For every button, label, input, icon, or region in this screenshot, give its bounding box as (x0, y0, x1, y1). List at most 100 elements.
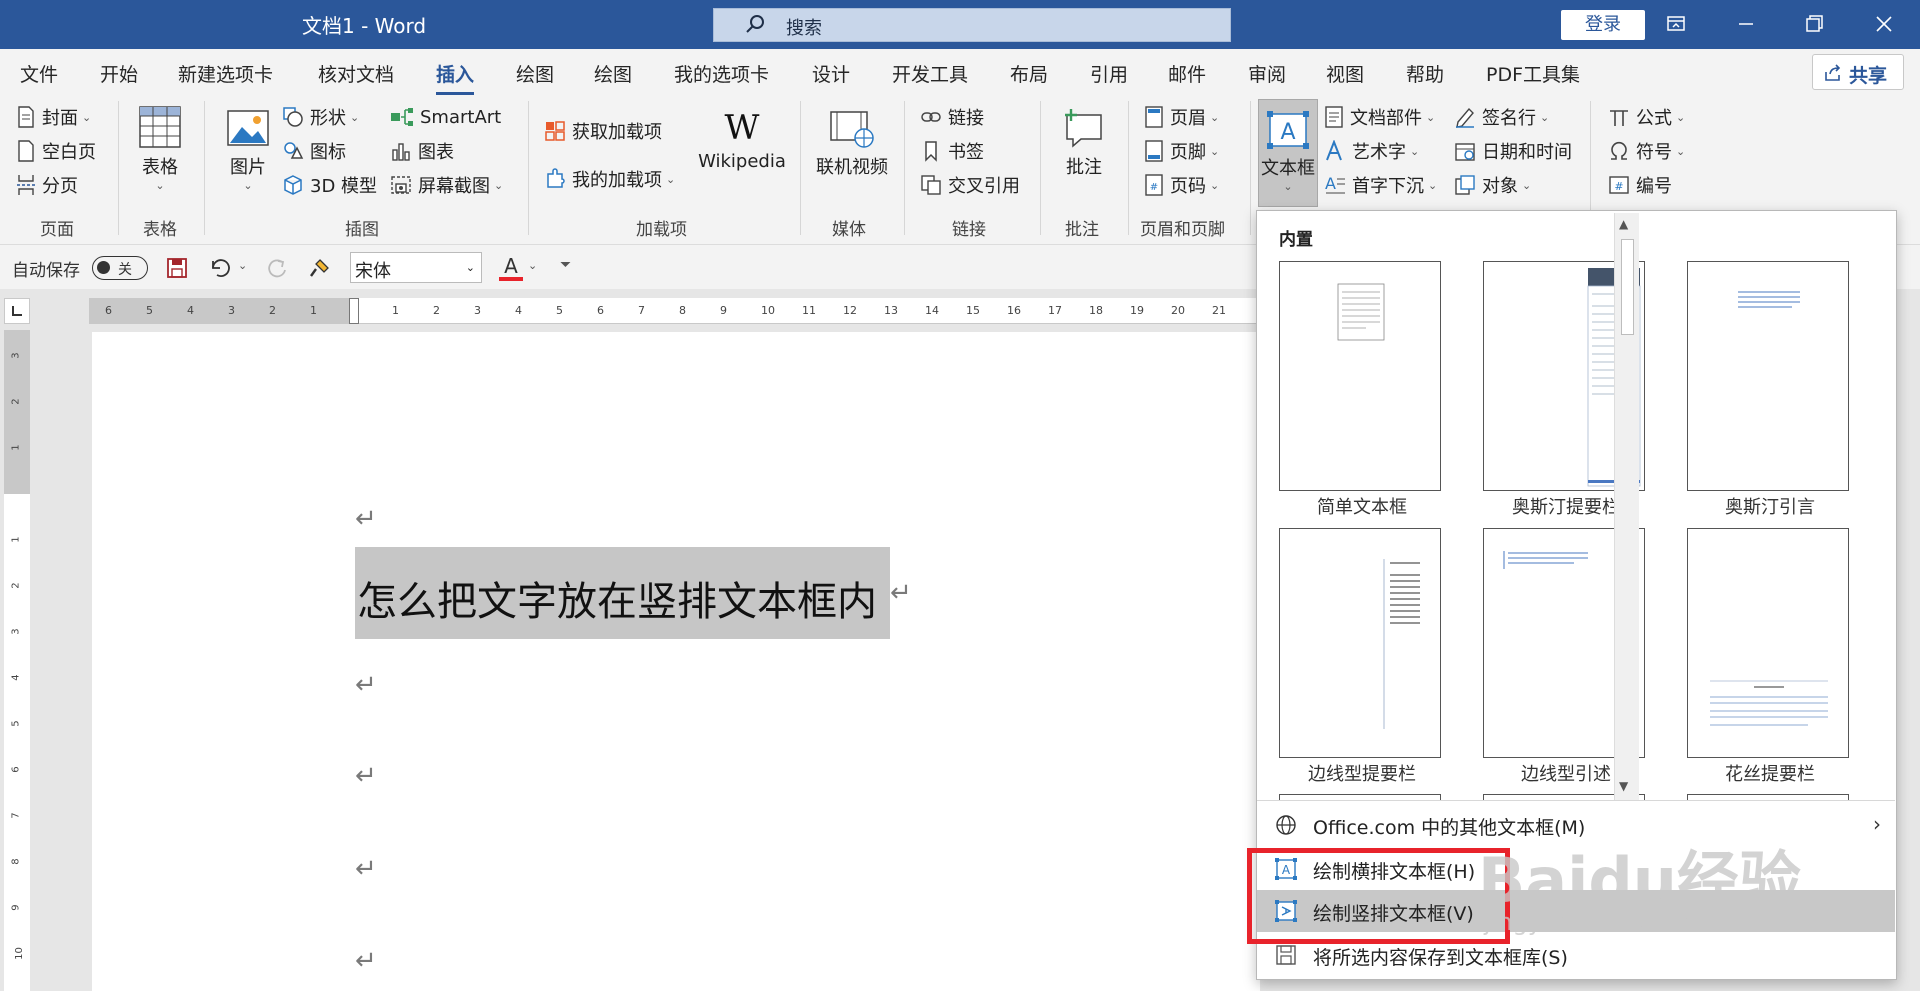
login-button[interactable]: 登录 (1561, 10, 1645, 40)
chart-label: 图表 (418, 142, 454, 163)
cover-page-button[interactable]: 封面 ⌄ (16, 103, 91, 131)
format-painter-icon[interactable] (308, 257, 332, 279)
autosave-toggle[interactable]: 关 (92, 256, 148, 280)
group-label-illustrations: 插图 (345, 220, 379, 240)
tab-mailings[interactable]: 邮件 (1168, 60, 1206, 87)
undo-icon[interactable] (208, 257, 232, 279)
tab-selector[interactable] (4, 298, 30, 324)
get-addins-button[interactable]: 获取加载项 (544, 117, 662, 145)
tab-pdf-tools[interactable]: PDF工具集 (1486, 60, 1580, 87)
textbox-thumbnail-austin-quote[interactable] (1687, 261, 1849, 491)
picture-button[interactable]: 图片 ⌄ (222, 109, 274, 192)
group-divider (1250, 101, 1251, 235)
tab-review[interactable]: 审阅 (1248, 60, 1286, 87)
signature-line-button[interactable]: 签名行 ⌄ (1454, 103, 1549, 131)
wikipedia-label: Wikipedia (698, 151, 786, 172)
tab-references[interactable]: 引用 (1090, 60, 1128, 87)
tab-draw-1[interactable]: 绘图 (516, 60, 554, 87)
date-time-button[interactable]: 日期和时间 (1454, 137, 1572, 165)
number-button[interactable]: # 编号 (1608, 171, 1672, 199)
blank-page-icon (18, 140, 34, 162)
tab-my-tab[interactable]: 我的选项卡 (674, 60, 769, 87)
textbox-thumbnail-simple[interactable] (1279, 261, 1441, 491)
redo-icon[interactable] (266, 257, 290, 279)
blank-page-button[interactable]: 空白页 (16, 137, 96, 165)
smartart-button[interactable]: SmartArt (390, 103, 501, 131)
group-divider (904, 101, 905, 235)
ruler-number: 13 (884, 304, 898, 317)
group-divider (1040, 101, 1041, 235)
drop-cap-button[interactable]: A 首字下沉 ⌄ (1324, 171, 1437, 199)
ruler-number: 16 (1007, 304, 1021, 317)
share-button[interactable]: 共享 (1812, 54, 1904, 90)
font-color-dropdown-icon[interactable]: ⌄ (528, 259, 537, 272)
tab-home[interactable]: 开始 (100, 60, 138, 87)
watermark-url: jingyan.baidu.com (1484, 908, 1706, 936)
tab-help[interactable]: 帮助 (1406, 60, 1444, 87)
symbol-button[interactable]: 符号 ⌄ (1608, 137, 1685, 165)
restore-button[interactable] (1796, 6, 1832, 42)
wikipedia-button[interactable]: W Wikipedia (696, 107, 788, 172)
icons-button[interactable]: 图标 (282, 137, 346, 165)
footer-button[interactable]: 页脚 ⌄ (1144, 137, 1219, 165)
shapes-button[interactable]: 形状 ⌄ (282, 103, 359, 131)
store-icon (545, 121, 565, 141)
word-window: { "window": { "title": "文档1 - Word", "lo… (0, 0, 1920, 991)
bookmark-button[interactable]: 书签 (920, 137, 984, 165)
chart-button[interactable]: 图表 (390, 137, 454, 165)
tab-new-tab[interactable]: 新建选项卡 (178, 60, 273, 87)
my-addins-button[interactable]: 我的加载项 ⌄ (544, 165, 675, 193)
ruler-number: 5 (10, 720, 22, 727)
scroll-up-icon[interactable]: ▲ (1619, 217, 1628, 231)
textbox-button[interactable]: A 文本框 ⌄ (1258, 99, 1318, 207)
tab-draw-2[interactable]: 绘图 (594, 60, 632, 87)
ruler-number: 3 (10, 352, 22, 359)
selected-heading-text[interactable]: 怎么把文字放在竖排文本框内 (357, 569, 877, 627)
tab-developer[interactable]: 开发工具 (892, 60, 968, 87)
tab-view[interactable]: 视图 (1326, 60, 1364, 87)
object-button[interactable]: 对象 ⌄ (1454, 171, 1531, 199)
online-video-button[interactable]: 联机视频 (812, 109, 892, 179)
indent-marker[interactable] (349, 298, 359, 324)
scroll-down-icon[interactable]: ▼ (1619, 779, 1628, 793)
customize-toolbar-icon[interactable]: ⏷ (560, 257, 571, 273)
gallery-scrollbar[interactable]: ▲ ▼ (1614, 213, 1639, 800)
font-name-select[interactable]: 宋体 ⌄ (350, 252, 482, 283)
vertical-ruler[interactable]: 3 2 1 1 2 3 4 5 6 7 8 9 10 (4, 330, 30, 991)
header-button[interactable]: 页眉 ⌄ (1144, 103, 1219, 131)
new-comment-button[interactable]: 批注 (1054, 105, 1114, 179)
3d-model-button[interactable]: 3D 模型 (282, 171, 377, 199)
wordart-button[interactable]: 艺术字 ⌄ (1324, 137, 1419, 165)
quick-parts-button[interactable]: 文档部件 ⌄ (1324, 103, 1435, 131)
tab-layout[interactable]: 布局 (1010, 60, 1048, 87)
screenshot-button[interactable]: 屏幕截图 ⌄ (390, 171, 503, 199)
tab-file[interactable]: 文件 (20, 60, 58, 87)
cross-reference-button[interactable]: 交叉引用 (920, 171, 1020, 199)
table-button[interactable]: 表格 ⌄ (132, 105, 188, 192)
ribbon-display-options-button[interactable] (1658, 6, 1694, 42)
textbox-thumbnail-sideline-sidebar[interactable] (1279, 528, 1441, 758)
textbox-thumbnail-filigree-sidebar[interactable] (1687, 528, 1849, 758)
link-button[interactable]: 链接 (920, 103, 984, 131)
document-page[interactable] (92, 332, 1260, 991)
search-box[interactable]: 搜索 (713, 8, 1231, 42)
page-number-button[interactable]: # 页码 ⌄ (1144, 171, 1219, 199)
save-icon[interactable] (166, 257, 188, 279)
font-color-icon[interactable]: A (498, 255, 524, 283)
horizontal-ruler[interactable]: 6 5 4 3 2 1 1 2 3 4 5 6 7 8 9 10 11 12 13 14 15 16 17 18 19 20 21 (89, 298, 1259, 324)
icons-icon (284, 142, 304, 159)
undo-dropdown-icon[interactable]: ⌄ (238, 259, 247, 272)
chevron-right-icon: › (1873, 812, 1881, 836)
tab-insert[interactable]: 插入 (436, 60, 475, 95)
tab-design[interactable]: 设计 (812, 60, 850, 87)
group-label-pages: 页面 (40, 220, 74, 240)
close-button[interactable] (1866, 6, 1902, 42)
tab-check-doc[interactable]: 核对文档 (318, 60, 394, 87)
minimize-button[interactable] (1728, 6, 1764, 42)
page-break-button[interactable]: 分页 (16, 171, 78, 199)
scrollbar-thumb[interactable] (1621, 239, 1634, 335)
ruler-number: 3 (10, 628, 22, 635)
minimize-icon (1739, 23, 1753, 25)
gallery-section-title: 内置 (1279, 230, 1313, 250)
equation-button[interactable]: 公式 ⌄ (1608, 103, 1685, 131)
